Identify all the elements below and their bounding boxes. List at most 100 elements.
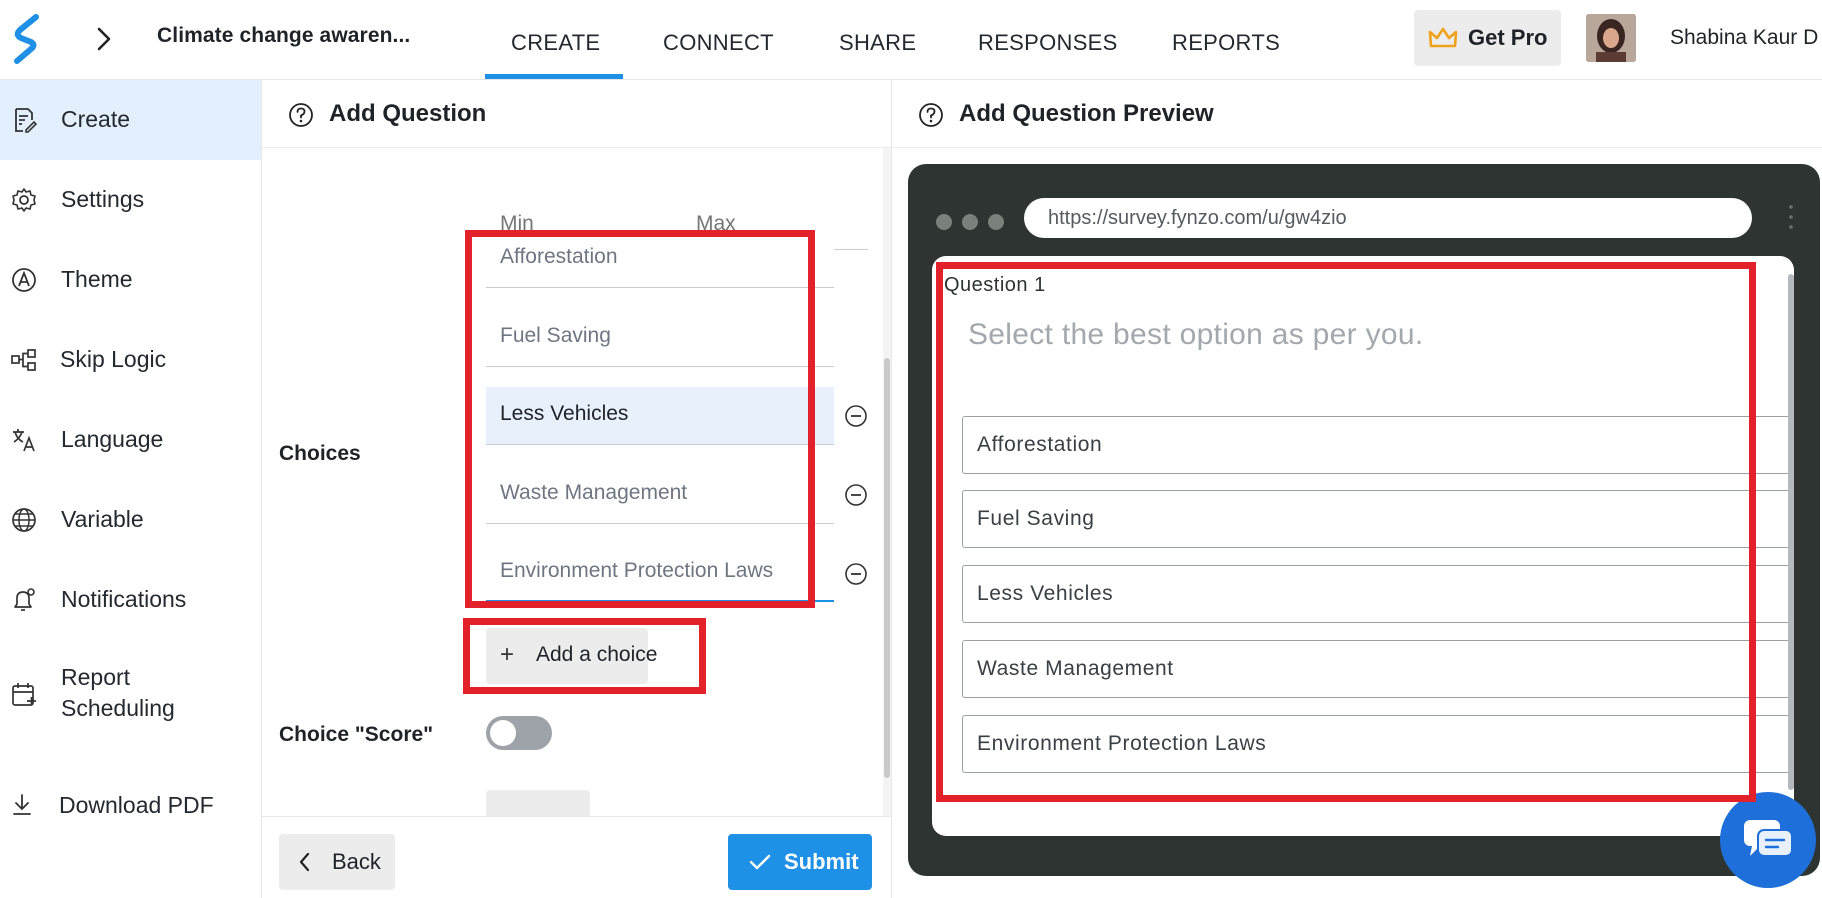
preview-option-text: Afforestation	[977, 433, 1103, 456]
toggle-knob	[490, 720, 516, 746]
url-bar: https://survey.fynzo.com/u/gw4zio	[1024, 198, 1752, 238]
tab-share[interactable]: SHARE	[839, 30, 916, 56]
question-number: Question 1	[944, 274, 1046, 296]
question-text: Select the best option as per you.	[968, 318, 1424, 351]
submit-button[interactable]: Submit	[728, 834, 872, 890]
choices-label: Choices	[279, 442, 361, 465]
sidebar-item-label-line2: Scheduling	[61, 695, 175, 721]
tab-create[interactable]: CREATE	[511, 30, 600, 56]
sidebar-item-label: Language	[61, 426, 164, 452]
window-dot	[936, 214, 952, 230]
sidebar-item-theme[interactable]: Theme	[0, 240, 261, 320]
help-circle-icon[interactable]	[288, 102, 314, 128]
choice-text: Afforestation	[500, 245, 618, 268]
calendar-icon	[12, 683, 36, 706]
choice-input[interactable]: Afforestation	[486, 230, 834, 288]
avatar-photo	[1586, 14, 1636, 62]
crown-icon	[1428, 27, 1458, 48]
get-pro-label: Get Pro	[1468, 25, 1548, 50]
preview-option-text: Environment Protection Laws	[977, 732, 1267, 755]
remove-choice-icon[interactable]	[843, 561, 869, 587]
panel-title: Add Question Preview	[959, 100, 1214, 127]
chat-icon	[1744, 820, 1793, 857]
choice-input[interactable]: Waste Management	[486, 466, 834, 524]
panel-footer: Back Submit	[262, 816, 891, 898]
sidebar-item-language[interactable]: Language	[0, 400, 261, 480]
choice-text: Less Vehicles	[500, 402, 629, 425]
preview-option-text: Waste Management	[977, 657, 1174, 680]
sidebar-item-label: Settings	[61, 186, 145, 212]
preview-page: Question 1 Select the best option as per…	[932, 256, 1794, 836]
sidebar-item-skip-logic[interactable]: Skip Logic	[0, 320, 261, 400]
tab-responses[interactable]: RESPONSES	[978, 30, 1118, 56]
window-dot	[988, 214, 1004, 230]
gear-icon	[12, 188, 36, 212]
sidebar-item-notifications[interactable]: Notifications	[0, 560, 261, 640]
preview-scrollbar[interactable]	[1788, 274, 1794, 790]
preview-option[interactable]: Waste Management	[962, 640, 1794, 698]
add-question-panel: Add Question Choices Afforestation Fuel …	[262, 80, 892, 898]
user-name[interactable]: Shabina Kaur D	[1670, 26, 1818, 50]
sidebar-item-variable[interactable]: Variable	[0, 480, 261, 560]
preview-url: https://survey.fynzo.com/u/gw4zio	[1048, 207, 1347, 229]
choice-text: Waste Management	[500, 481, 688, 504]
download-icon	[13, 794, 31, 815]
back-label: Back	[332, 849, 381, 874]
choice-score-toggle[interactable]	[486, 716, 552, 750]
panel-header: Add Question	[262, 80, 891, 148]
sidebar-item-label: Notifications	[61, 586, 187, 612]
help-circle-icon[interactable]	[918, 102, 944, 128]
remove-choice-icon[interactable]	[843, 403, 869, 429]
check-icon	[749, 854, 771, 870]
preview-option[interactable]: Fuel Saving	[962, 490, 1794, 548]
sidebar-item-download-pdf[interactable]: Download PDF	[0, 766, 261, 846]
sidebar-item-report-scheduling[interactable]: Report Scheduling	[0, 640, 261, 750]
choice-score-label: Choice "Score"	[279, 723, 434, 746]
back-button[interactable]: Back	[279, 834, 395, 890]
chevron-left-icon	[299, 852, 310, 872]
browser-frame: https://survey.fynzo.com/u/gw4zio Questi…	[908, 164, 1820, 876]
preview-option-text: Less Vehicles	[977, 582, 1114, 605]
app-logo-icon[interactable]	[12, 14, 42, 64]
chevron-right-icon[interactable]	[92, 26, 116, 52]
skip-logic-icon	[11, 349, 36, 371]
survey-title[interactable]: Climate change awaren...	[157, 24, 410, 48]
sidebar-item-settings[interactable]: Settings	[0, 160, 261, 240]
sidebar-item-label: Skip Logic	[60, 346, 167, 372]
tab-connect[interactable]: CONNECT	[663, 30, 774, 56]
sidebar-item-label: Report	[61, 664, 131, 690]
choice-input[interactable]: Fuel Saving	[486, 309, 834, 367]
active-tab-indicator	[485, 74, 623, 79]
tab-reports[interactable]: REPORTS	[1172, 30, 1280, 56]
translate-icon	[13, 429, 35, 452]
sidebar-item-label: Variable	[61, 506, 144, 532]
bell-icon	[14, 588, 35, 611]
window-dot	[962, 214, 978, 230]
choice-input[interactable]: Less Vehicles	[486, 387, 834, 445]
preview-option[interactable]: Environment Protection Laws	[962, 715, 1794, 773]
sidebar: Create Settings Theme Skip Logic Languag…	[0, 80, 262, 898]
document-edit-icon	[15, 108, 37, 133]
choice-input[interactable]: Environment Protection Laws	[486, 544, 834, 602]
preview-option[interactable]: Less Vehicles	[962, 565, 1794, 623]
scrollbar-thumb[interactable]	[884, 358, 890, 778]
avatar[interactable]	[1586, 14, 1636, 62]
kebab-menu-icon[interactable]	[1788, 202, 1794, 232]
preview-option-text: Fuel Saving	[977, 507, 1095, 530]
sidebar-item-label: Theme	[61, 266, 133, 292]
preview-option[interactable]: Afforestation	[962, 416, 1794, 474]
chat-widget-button[interactable]	[1720, 792, 1816, 888]
choice-text: Fuel Saving	[500, 324, 611, 347]
add-choice-label: Add a choice	[536, 643, 658, 666]
sidebar-item-create[interactable]: Create	[0, 80, 261, 160]
panel-title: Add Question	[329, 100, 487, 127]
question-preview-panel: Add Question Preview https://survey.fynz…	[892, 80, 1822, 898]
choice-text: Environment Protection Laws	[500, 559, 774, 582]
add-choice-button[interactable]: + Add a choice	[486, 628, 657, 684]
theme-icon	[12, 268, 36, 292]
get-pro-button[interactable]: Get Pro	[1414, 10, 1561, 66]
partial-button[interactable]	[486, 790, 590, 818]
remove-choice-icon[interactable]	[843, 482, 869, 508]
sidebar-item-label: Create	[61, 106, 131, 132]
plus-icon: +	[500, 641, 515, 668]
